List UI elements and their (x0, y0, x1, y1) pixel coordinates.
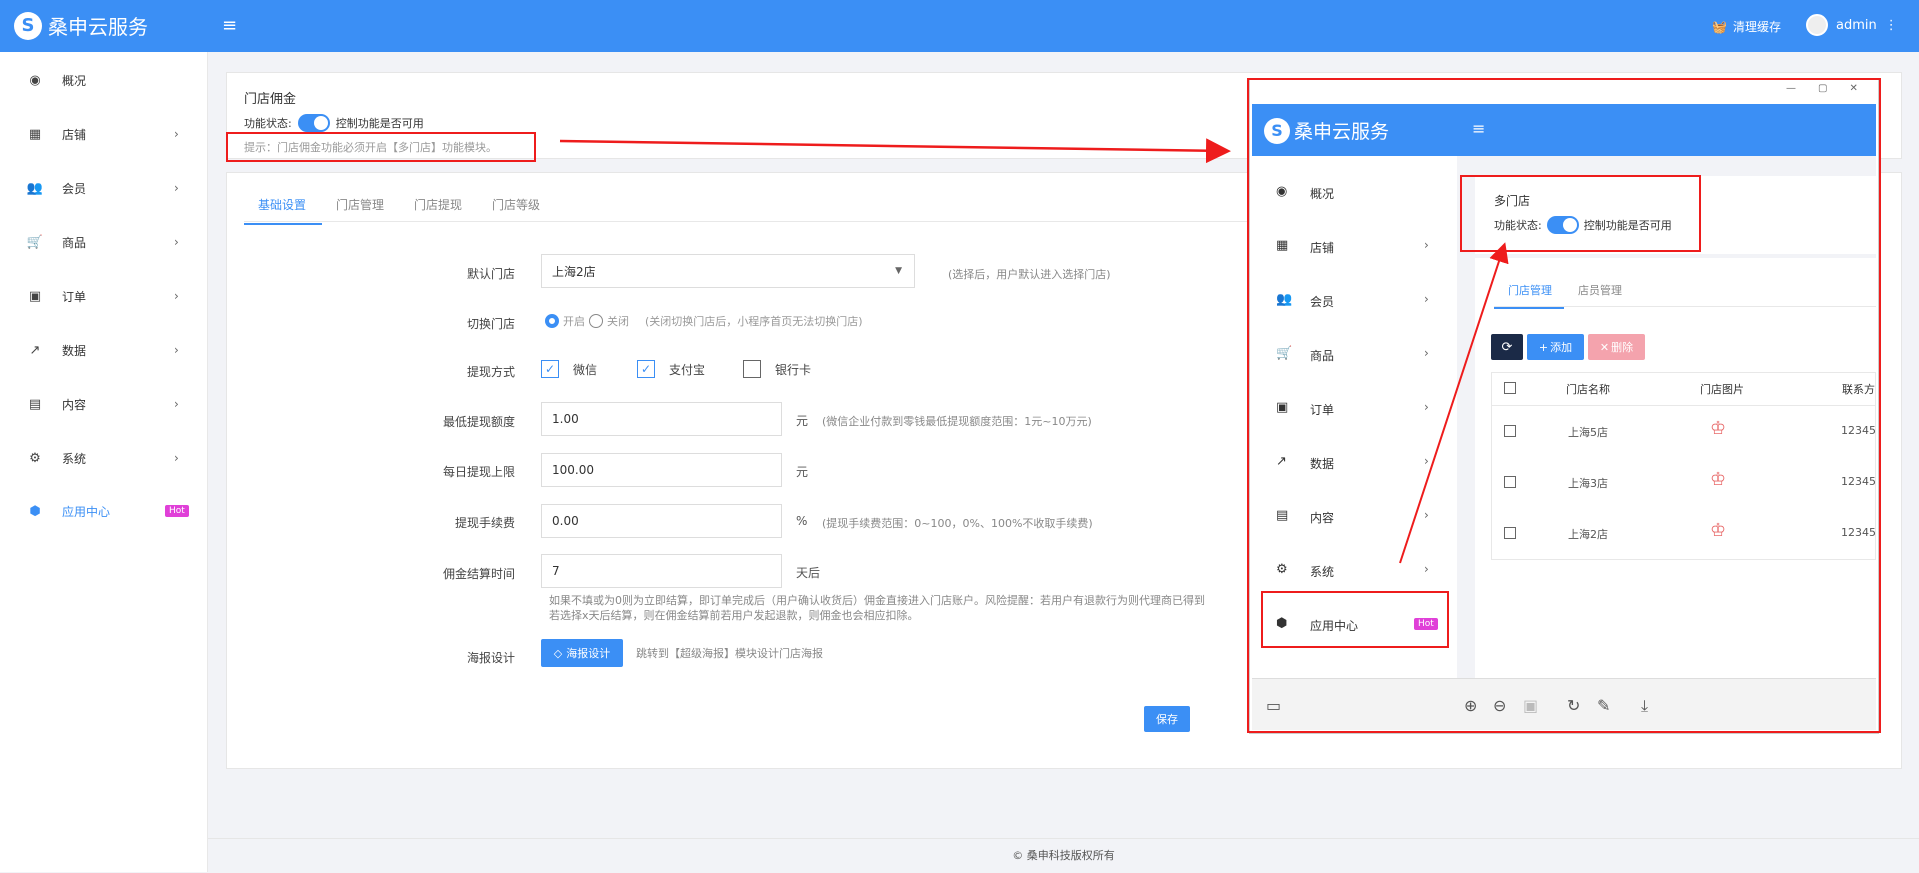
arrow-hint-to-popup (559, 138, 1231, 164)
annotation-arrows (559, 138, 1509, 564)
arrow-app-to-module (1399, 242, 1509, 564)
